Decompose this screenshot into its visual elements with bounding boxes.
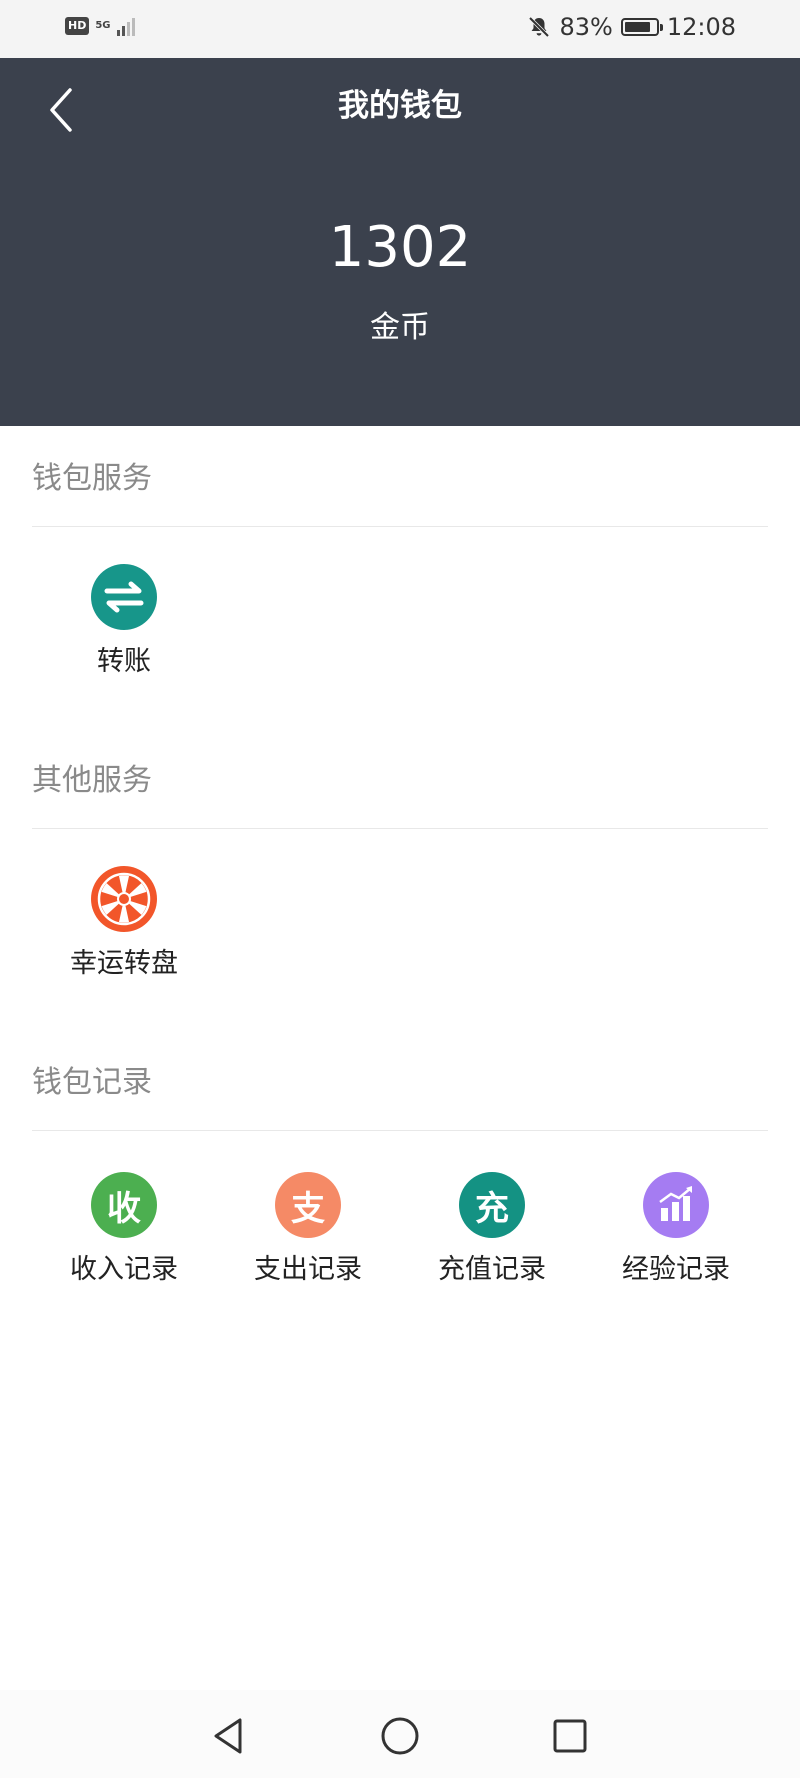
item-label: 经验记录 xyxy=(622,1254,730,1285)
system-nav-bar xyxy=(0,1690,800,1778)
divider xyxy=(32,526,768,527)
nav-home-button[interactable] xyxy=(376,1712,424,1760)
wallet-header: 我的钱包 1302 金币 xyxy=(0,58,800,426)
icon-glyph: 支 xyxy=(291,1188,325,1229)
income-records-button[interactable]: 收 收入记录 xyxy=(32,1172,216,1288)
expense-records-button[interactable]: 支 支出记录 xyxy=(216,1172,400,1288)
recents-square-icon xyxy=(553,1719,587,1753)
coin-unit-label: 金币 xyxy=(370,310,430,345)
experience-records-button[interactable]: 经验记录 xyxy=(584,1172,768,1288)
item-label: 充值记录 xyxy=(438,1254,546,1285)
icon-glyph: 收 xyxy=(107,1188,141,1229)
home-circle-icon xyxy=(381,1717,419,1755)
transfer-icon xyxy=(91,564,157,630)
page-title: 我的钱包 xyxy=(338,88,462,124)
network-type: 5G xyxy=(95,20,111,31)
other-services-section: 其他服务 幸运转盘 xyxy=(0,728,800,988)
item-label: 收入记录 xyxy=(70,1254,178,1285)
divider xyxy=(32,828,768,829)
signal-icon xyxy=(116,16,135,36)
section-title: 其他服务 xyxy=(32,763,152,798)
wallet-services-section: 钱包服务 转账 xyxy=(0,426,800,686)
section-title: 钱包记录 xyxy=(32,1065,152,1100)
battery-percent: 83% xyxy=(559,13,613,41)
hd-badge: HD xyxy=(65,17,90,35)
back-triangle-icon xyxy=(214,1718,242,1754)
experience-chart-icon xyxy=(643,1172,709,1238)
lucky-wheel-icon xyxy=(91,866,157,932)
status-right: 83% 12:08 xyxy=(527,13,736,41)
wallet-records-section: 钱包记录 收 收入记录 支 支出记录 充 充值记录 经验记录 xyxy=(0,1030,800,1330)
section-title: 钱包服务 xyxy=(32,461,152,496)
nav-back-button[interactable] xyxy=(206,1712,254,1760)
recharge-icon: 充 xyxy=(459,1172,525,1238)
status-bar: HD 5G 83% 12:08 xyxy=(0,0,800,58)
item-label: 转账 xyxy=(97,646,151,677)
mute-bell-icon xyxy=(529,16,550,38)
item-label: 支出记录 xyxy=(254,1254,362,1285)
income-icon: 收 xyxy=(91,1172,157,1238)
coin-balance: 1302 xyxy=(328,215,472,280)
nav-recents-button[interactable] xyxy=(546,1712,594,1760)
battery-icon xyxy=(620,18,663,36)
lucky-wheel-button[interactable]: 幸运转盘 xyxy=(32,866,216,982)
expense-icon: 支 xyxy=(275,1172,341,1238)
item-label: 幸运转盘 xyxy=(70,948,178,979)
transfer-button[interactable]: 转账 xyxy=(32,564,216,680)
recharge-records-button[interactable]: 充 充值记录 xyxy=(400,1172,584,1288)
status-left: HD 5G xyxy=(65,16,135,36)
wallet-page: HD 5G 83% 12:08 我的钱包 1302 金币 钱包服务 转账 其他服… xyxy=(0,0,800,1778)
clock: 12:08 xyxy=(666,13,736,41)
divider xyxy=(32,1130,768,1131)
icon-glyph: 充 xyxy=(475,1188,509,1229)
